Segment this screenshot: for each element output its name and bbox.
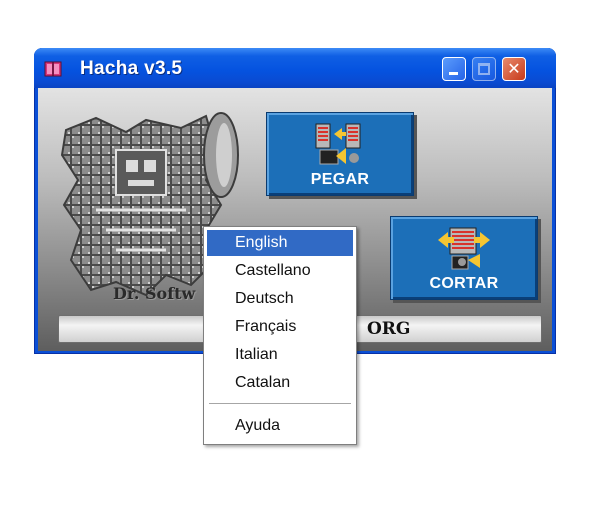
language-context-menu: English Castellano Deutsch Français Ital… <box>203 226 357 445</box>
window-title: Hacha v3.5 <box>80 58 183 79</box>
menu-item-catalan[interactable]: Catalan <box>207 370 353 396</box>
menu-item-castellano[interactable]: Castellano <box>207 258 353 284</box>
menu-item-ayuda[interactable]: Ayuda <box>207 413 353 439</box>
menu-separator <box>209 403 351 405</box>
close-icon: ✕ <box>507 59 521 78</box>
cut-label: CORTAR <box>429 275 499 292</box>
logo-caption: Dr. Softw <box>113 284 196 303</box>
cut-icon <box>438 227 490 270</box>
menu-item-francais[interactable]: Français <box>207 314 353 340</box>
menu-item-english[interactable]: English <box>207 230 353 256</box>
paste-button[interactable]: PEGAR <box>266 112 414 196</box>
cut-button[interactable]: CORTAR <box>390 216 538 300</box>
minimize-button[interactable] <box>442 57 466 81</box>
menu-item-italian[interactable]: Italian <box>207 342 353 368</box>
close-button[interactable]: ✕ <box>502 57 526 81</box>
paste-label: PEGAR <box>310 171 370 188</box>
menu-item-deutsch[interactable]: Deutsch <box>207 286 353 312</box>
maximize-button[interactable] <box>472 57 496 81</box>
status-text-right: ORG <box>367 319 411 339</box>
maximize-icon <box>478 63 490 75</box>
app-icon <box>44 61 62 77</box>
title-bar[interactable]: Hacha v3.5 ✕ <box>34 48 556 88</box>
paste-icon <box>315 123 361 165</box>
minimize-icon <box>449 72 458 75</box>
